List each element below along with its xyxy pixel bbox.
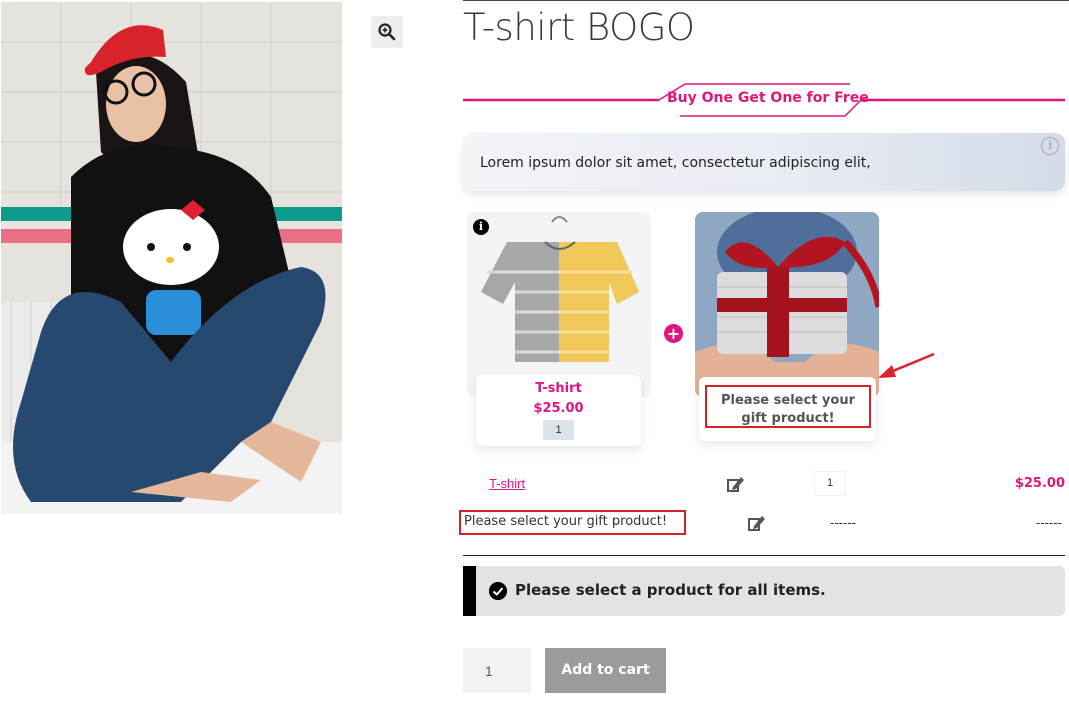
quantity-input[interactable] [463,648,531,693]
zoom-button[interactable] [371,16,403,48]
edit-icon[interactable] [725,474,745,494]
notice-text: Lorem ipsum dolor sit amet, consectetur … [480,155,871,171]
summary-item-link[interactable]: T-shirt [489,476,525,491]
summary-gift-quantity: ------ [830,515,856,530]
annotation-arrow-icon [878,352,935,378]
magnify-plus-icon [378,23,396,41]
top-divider [463,0,1069,1]
plus-icon: + [664,324,683,343]
add-to-cart-button[interactable]: Add to cart [545,648,666,693]
edit-icon[interactable] [746,513,766,533]
check-circle-icon [489,582,507,600]
bundle-item-name: T-shirt [535,381,582,396]
summary-gift-price: ------ [1036,515,1062,530]
validation-text: Please select a product for all items. [515,581,826,599]
bundle-item-quantity: 1 [543,420,574,440]
description-notice: Lorem ipsum dolor sit amet, consectetur … [463,133,1065,191]
summary-gift-prompt: Please select your gift product! [464,514,668,529]
gift-select-prompt[interactable]: Please select your gift product! [707,392,869,428]
info-icon[interactable]: i [1041,137,1059,155]
bundle-item-price: $25.00 [533,401,584,416]
product-image[interactable] [1,2,342,514]
gift-selector-card[interactable] [695,212,879,397]
summary-divider [463,555,1065,556]
gift-box-image [695,212,879,397]
offer-banner-title: Buy One Get One for Free [667,90,869,106]
summary-item-price: $25.00 [1014,476,1065,491]
product-title: T-shirt BOGO [463,6,695,49]
tshirt-image [467,212,651,397]
summary-item-quantity: 1 [814,471,846,496]
validation-message: Please select a product for all items. [463,566,1065,616]
bundle-item-card[interactable] [467,212,651,397]
item-info-icon[interactable]: i [473,219,489,235]
